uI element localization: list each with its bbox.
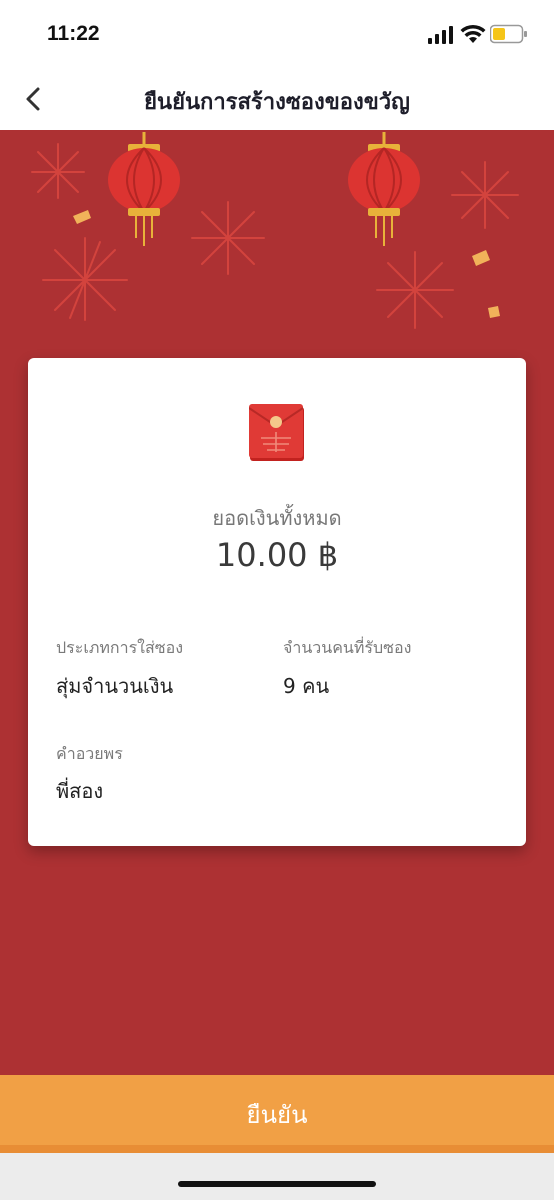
firework-icon (451, 161, 519, 229)
red-envelope-icon (249, 404, 304, 461)
battery-icon (490, 24, 527, 44)
firework-icon (376, 251, 454, 329)
confetti-icon (73, 210, 500, 318)
wifi-icon (460, 24, 486, 43)
home-indicator[interactable] (178, 1181, 376, 1187)
envelope-type-label: ประเภทการใส่ซอง (56, 638, 184, 657)
firework-icon (191, 201, 265, 275)
lantern-icon (108, 132, 180, 246)
signal-icon (428, 26, 453, 44)
recipient-count-label: จำนวนคนที่รับซอง (283, 638, 412, 657)
festive-decoration (31, 132, 519, 329)
nav-bar: ยืนยันการสร้างซองของขวัญ (0, 70, 554, 130)
blessing-label: คำอวยพร (56, 744, 123, 763)
firework-icon (42, 237, 128, 321)
recipient-count-value: 9 คน (283, 674, 330, 698)
total-amount-label: ยอดเงินทั้งหมด (212, 506, 342, 530)
confirm-button[interactable]: ยืนยัน (0, 1075, 554, 1153)
red-background: ยอดเงินทั้งหมด 10.00 ฿ ประเภทการใส่ซอง ส… (0, 130, 554, 1075)
status-bar: 11:22 (0, 0, 554, 70)
back-icon[interactable] (18, 82, 52, 116)
blessing-value: พี่สอง (56, 779, 104, 803)
firework-icon (31, 143, 85, 199)
total-amount-value: 10.00 ฿ (215, 536, 339, 574)
status-time: 11:22 (47, 22, 100, 45)
page-title: ยืนยันการสร้างซองของขวัญ (144, 90, 410, 115)
lantern-icon (348, 132, 420, 246)
envelope-type-value: สุ่มจำนวนเงิน (56, 674, 174, 698)
gift-summary-card: ยอดเงินทั้งหมด 10.00 ฿ ประเภทการใส่ซอง ส… (28, 358, 526, 846)
bottom-safe-area (0, 1153, 554, 1200)
